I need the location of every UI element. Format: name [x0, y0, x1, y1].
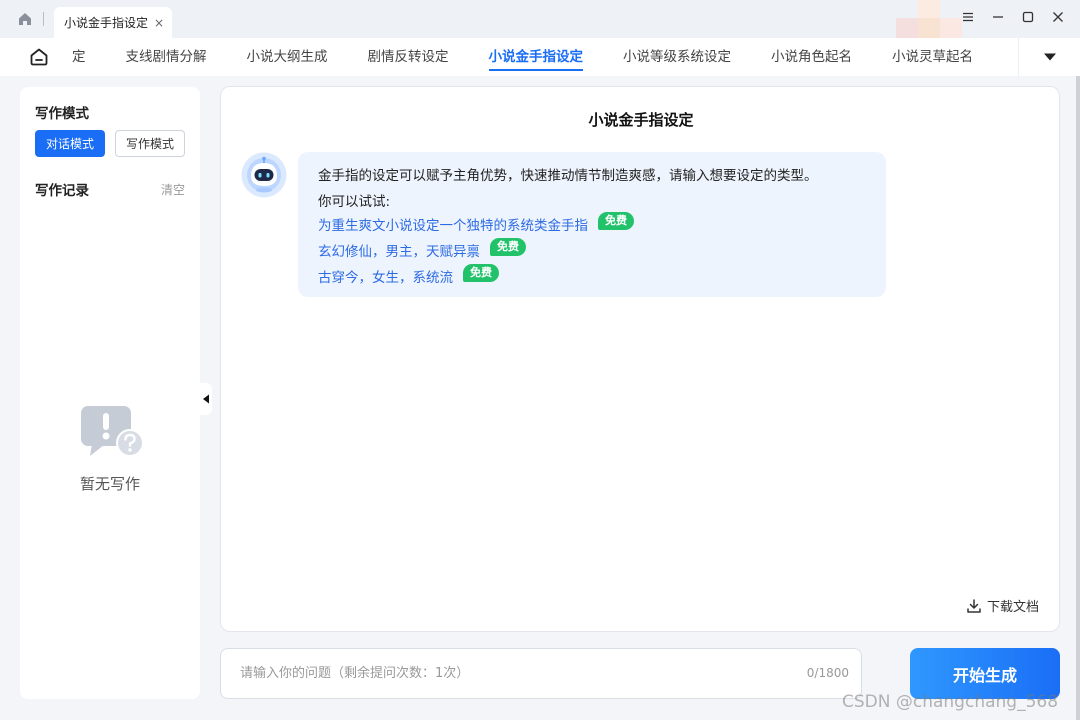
window-tab-title: 小说金手指设定 [64, 16, 149, 30]
window-tab[interactable]: 小说金手指设定 × [54, 7, 173, 38]
suggestion-text[interactable]: 古穿今，女生，系统流 [318, 266, 453, 286]
try-label: 你可以试试: [318, 194, 391, 210]
write-mode-button[interactable]: 写作模式 [115, 130, 185, 157]
clear-records-button[interactable]: 清空 [161, 181, 185, 198]
suggestion-text[interactable]: 为重生爽文小说设定一个独特的系统类金手指 [318, 214, 588, 234]
maximize-icon[interactable] [1020, 9, 1036, 25]
blurred-decoration [896, 0, 962, 38]
nav-tab-level-system[interactable]: 小说等级系统设定 [603, 38, 751, 76]
tab-close-icon[interactable]: × [154, 16, 164, 30]
window-controls [960, 9, 1066, 25]
nav-tab-golden-finger[interactable]: 小说金手指设定 [469, 38, 604, 76]
suggestion-item[interactable]: 古穿今，女生，系统流 免费 [318, 264, 499, 286]
char-counter: 0/1800 [806, 666, 849, 680]
tool-navbar: 定 支线剧情分解 小说大纲生成 剧情反转设定 小说金手指设定 小说等级系统设定 … [0, 38, 1080, 76]
sidebar-collapse-handle[interactable] [200, 383, 212, 415]
robot-avatar-icon [241, 152, 287, 198]
nav-tab-subplot[interactable]: 支线剧情分解 [106, 38, 227, 76]
empty-state-text: 暂无写作 [79, 475, 140, 493]
assistant-message: 金手指的设定可以赋予主角优势，快速推动情节制造爽感，请输入想要设定的类型。 你可… [298, 152, 886, 297]
empty-state-icon [81, 406, 144, 457]
free-badge: 免费 [463, 264, 499, 282]
question-input-box: 0/1800 [220, 648, 862, 699]
suggestion-text[interactable]: 玄幻修仙，男主，天赋异禀 [318, 240, 480, 260]
caret-left-icon [203, 394, 209, 404]
nav-tab-character-naming[interactable]: 小说角色起名 [751, 38, 872, 76]
window-edge [1076, 76, 1080, 720]
page-title: 小说金手指设定 [588, 111, 694, 129]
download-document-button[interactable]: 下载文档 [966, 596, 1039, 615]
chat-panel: 小说金手指设定 金手指的设定可以赋予主角优势，快速推动情节制造爽感，请输入想要设… [220, 86, 1060, 632]
free-badge: 免费 [490, 238, 526, 256]
free-badge: 免费 [598, 212, 634, 230]
suggestion-item[interactable]: 玄幻修仙，男主，天赋异禀 免费 [318, 238, 526, 260]
close-icon[interactable] [1050, 9, 1066, 25]
nav-more-dropdown[interactable] [1018, 38, 1080, 76]
sidebar: 写作模式 对话模式 写作模式 写作记录 清空 暂无写作 [20, 87, 200, 699]
window-titlebar: 小说金手指设定 × [0, 0, 1080, 38]
nav-home-icon[interactable] [28, 46, 50, 68]
assistant-intro-text: 金手指的设定可以赋予主角优势，快速推动情节制造爽感，请输入想要设定的类型。 [318, 168, 818, 184]
menu-icon[interactable] [960, 9, 976, 25]
writing-record-title: 写作记录 [35, 183, 89, 199]
divider [43, 12, 44, 26]
suggestion-item[interactable]: 为重生爽文小说设定一个独特的系统类金手指 免费 [318, 212, 634, 234]
watermark: CSDN @changchang_568 [842, 692, 1059, 712]
minimize-icon[interactable] [990, 9, 1006, 25]
nav-tab-plot-twist[interactable]: 剧情反转设定 [348, 38, 469, 76]
nav-tab-herb-naming[interactable]: 小说灵草起名 [872, 38, 993, 76]
question-input[interactable] [240, 649, 800, 698]
nav-tab-setting[interactable]: 定 [68, 38, 106, 76]
caret-down-icon [1043, 53, 1056, 61]
chat-mode-button[interactable]: 对话模式 [35, 130, 105, 157]
writing-mode-title: 写作模式 [35, 106, 89, 122]
download-icon [967, 598, 981, 613]
nav-tab-outline[interactable]: 小说大纲生成 [227, 38, 348, 76]
home-icon[interactable] [13, 7, 37, 31]
download-label: 下载文档 [986, 600, 1039, 615]
